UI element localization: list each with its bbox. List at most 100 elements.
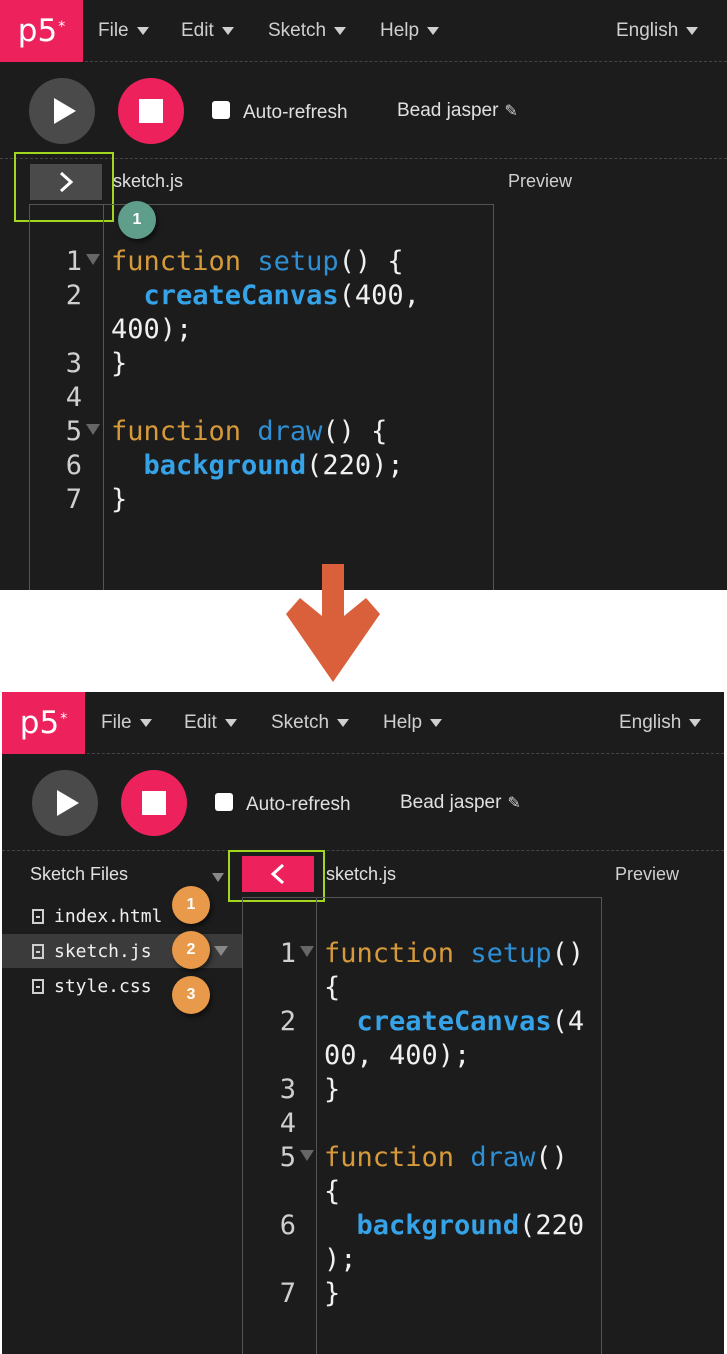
gutter-divider — [103, 204, 104, 590]
toolbar: Auto-refresh Bead jasper ✎ — [2, 754, 724, 851]
line-number: 5 — [65, 416, 82, 447]
play-button[interactable] — [29, 78, 95, 144]
code-line: } — [111, 348, 128, 379]
line-number: 5 — [279, 1142, 296, 1173]
editor-expanded-state: p5 * File Edit Sketch Help English Auto-r… — [2, 692, 724, 1354]
auto-refresh-checkbox[interactable] — [212, 101, 230, 119]
code-line: function setup() — [324, 938, 585, 969]
code-line: background(220 — [356, 1210, 585, 1241]
code-line: { — [324, 972, 341, 1003]
code-line: createCanvas(400, — [143, 280, 420, 311]
code-line: function draw() — [324, 1142, 568, 1173]
line-number: 3 — [279, 1074, 296, 1105]
sketch-name[interactable]: Bead jasper ✎ — [400, 792, 521, 814]
code-line: background(220); — [143, 450, 404, 481]
step-badge: 1 — [118, 201, 156, 239]
line-number: 3 — [65, 348, 82, 379]
preview-label: Preview — [615, 864, 680, 884]
fold-arrow-icon[interactable] — [300, 946, 314, 957]
code-line: 00, 400); — [324, 1040, 471, 1071]
code-line: { — [324, 1176, 341, 1207]
line-number: 1 — [279, 938, 296, 969]
line-number: 1 — [65, 246, 82, 277]
line-number: 6 — [279, 1210, 296, 1241]
menu-edit[interactable]: Edit — [181, 0, 234, 62]
menu-sketch[interactable]: Sketch — [271, 692, 350, 754]
editor-collapsed-state: p5 * File Edit Sketch Help English Auto-r… — [0, 0, 727, 590]
toolbar: Auto-refresh Bead jasper ✎ — [0, 62, 727, 159]
stop-button[interactable] — [118, 78, 184, 144]
pencil-icon[interactable]: ✎ — [507, 795, 520, 812]
line-number: 2 — [65, 280, 82, 311]
auto-refresh-label: Auto-refresh — [243, 102, 348, 123]
line-number: 7 — [279, 1278, 296, 1309]
caret-down-icon — [337, 719, 350, 727]
line-number: 6 — [65, 450, 82, 481]
navbar: p5 * File Edit Sketch Help English — [0, 0, 727, 62]
pencil-icon[interactable]: ✎ — [504, 103, 517, 120]
caret-down-icon — [686, 27, 699, 35]
menu-file[interactable]: File — [98, 0, 149, 62]
caret-down-icon — [139, 719, 152, 727]
fold-arrow-icon[interactable] — [300, 1150, 314, 1161]
file-name: sketch.js — [54, 940, 152, 962]
file-icon — [32, 943, 44, 959]
down-arrow-icon — [286, 564, 380, 682]
file-name: index.html — [54, 905, 163, 927]
line-number: 4 — [65, 382, 82, 413]
language-selector[interactable]: English — [619, 692, 702, 754]
file-icon — [32, 908, 44, 924]
menu-sketch[interactable]: Sketch — [268, 0, 347, 62]
menu-edit[interactable]: Edit — [184, 692, 237, 754]
fold-arrow-icon[interactable] — [86, 254, 100, 265]
caret-down-icon — [427, 27, 440, 35]
sidebar-menu-caret-icon[interactable] — [212, 873, 224, 882]
editor-file-name: sketch.js — [113, 171, 184, 191]
file-options-caret-icon[interactable] — [214, 946, 228, 956]
code-line: 400); — [111, 314, 193, 345]
caret-down-icon — [334, 27, 347, 35]
caret-down-icon — [136, 27, 149, 35]
code-line: } — [324, 1278, 341, 1309]
code-line: } — [111, 484, 128, 515]
play-icon — [53, 98, 76, 124]
play-icon — [56, 790, 79, 816]
step-badge: 3 — [172, 976, 210, 1014]
fold-arrow-icon[interactable] — [86, 424, 100, 435]
code-line: ); — [324, 1244, 357, 1275]
line-number: 2 — [279, 1006, 296, 1037]
code-line: } — [324, 1074, 341, 1105]
p5-logo[interactable]: p5 * — [2, 692, 85, 754]
sketch-name[interactable]: Bead jasper ✎ — [397, 100, 518, 122]
step-badge: 1 — [172, 886, 210, 924]
caret-down-icon — [689, 719, 702, 727]
menu-file[interactable]: File — [101, 692, 152, 754]
p5-logo[interactable]: p5 * — [0, 0, 83, 62]
navbar: p5 * File Edit Sketch Help English — [2, 692, 724, 754]
auto-refresh-checkbox[interactable] — [215, 793, 233, 811]
caret-down-icon — [221, 27, 234, 35]
gutter-divider — [316, 897, 317, 1354]
preview-label: Preview — [508, 171, 573, 191]
step-badge: 2 — [172, 931, 210, 969]
stop-icon — [139, 99, 163, 123]
menu-help[interactable]: Help — [380, 0, 440, 62]
code-line: function draw() { — [111, 416, 388, 447]
editor-file-name: sketch.js — [326, 864, 397, 884]
highlight-box — [228, 850, 325, 902]
code-line: function setup() { — [111, 246, 404, 277]
caret-down-icon — [224, 719, 237, 727]
caret-down-icon — [430, 719, 443, 727]
line-number: 4 — [279, 1108, 296, 1139]
menu-help[interactable]: Help — [383, 692, 443, 754]
language-selector[interactable]: English — [616, 0, 699, 62]
code-line: createCanvas(4 — [356, 1006, 585, 1037]
stop-icon — [142, 791, 166, 815]
stop-button[interactable] — [121, 770, 187, 836]
sidebar-title: Sketch Files — [30, 864, 129, 884]
play-button[interactable] — [32, 770, 98, 836]
line-number: 7 — [65, 484, 82, 515]
file-name: style.css — [54, 975, 152, 997]
file-icon — [32, 978, 44, 994]
auto-refresh-label: Auto-refresh — [246, 794, 351, 815]
